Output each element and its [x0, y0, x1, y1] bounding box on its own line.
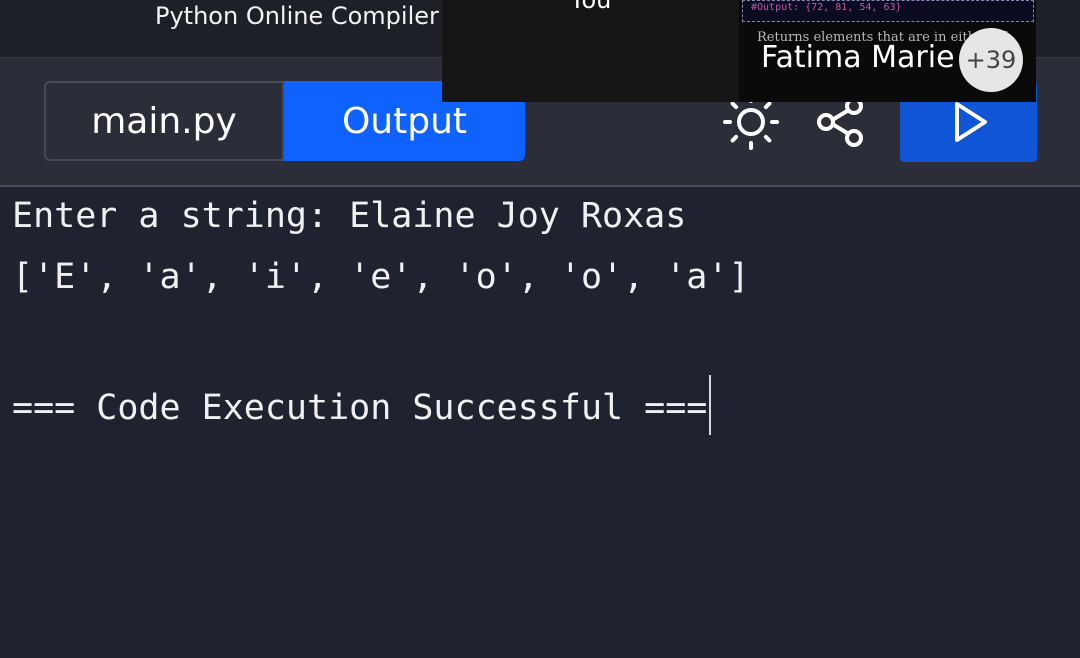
play-icon [954, 101, 987, 142]
self-video-tile[interactable] [442, 0, 739, 102]
output-line: Enter a string: Elaine Joy Roxas [12, 196, 687, 236]
output-line-with-cursor: === Code Execution Successful === [12, 375, 1080, 436]
participant-name: Fatima Marie [761, 40, 955, 75]
self-video-label: You [570, 0, 612, 14]
output-console[interactable]: Enter a string: Elaine Joy Roxas ['E', '… [12, 192, 1080, 436]
tab-main-py[interactable]: main.py [44, 81, 284, 161]
shared-code-snippet: #Output: {72, 81, 54, 63} [742, 0, 1034, 22]
text-cursor [709, 375, 712, 435]
output-line: ['E', 'a', 'i', 'e', 'o', 'o', 'a'] [12, 257, 750, 297]
participant-video-tile[interactable]: #Output: {72, 81, 54, 63} Returns elemen… [739, 0, 1036, 102]
app-title: Python Online Compiler [155, 2, 439, 30]
output-line: === Code Execution Successful === [12, 388, 708, 428]
participant-count-badge[interactable]: +39 [959, 28, 1023, 92]
